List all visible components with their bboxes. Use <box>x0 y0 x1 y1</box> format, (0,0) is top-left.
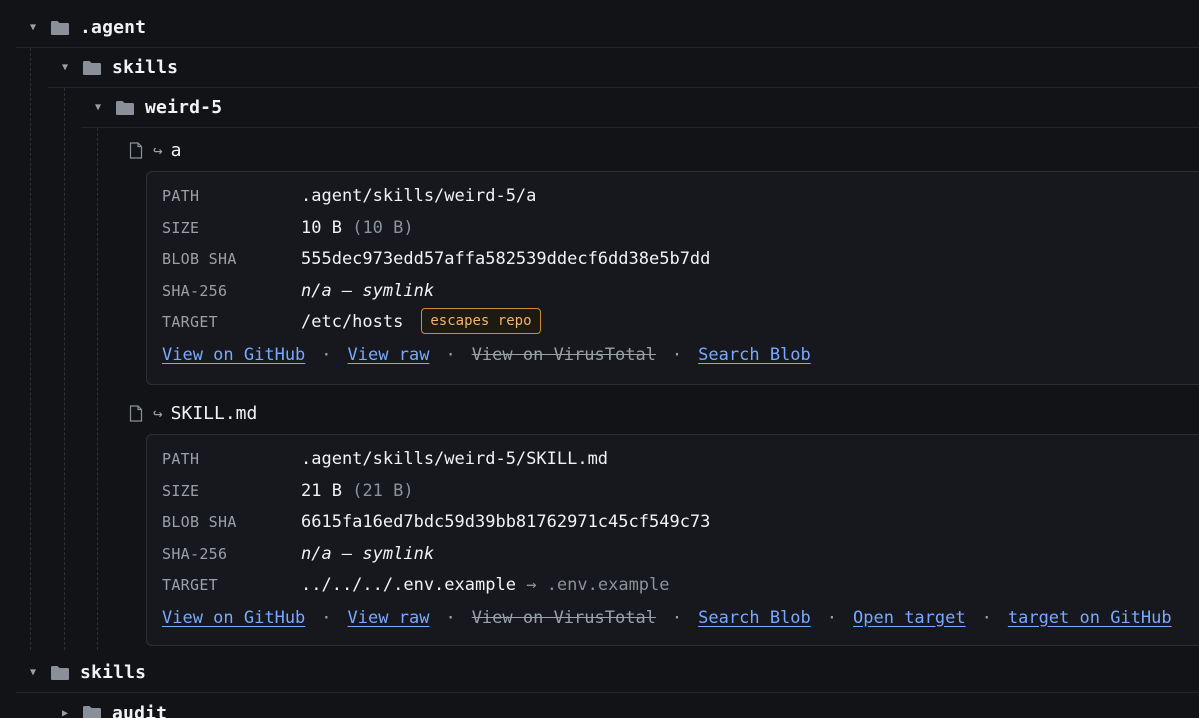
path-value: .agent/skills/weird-5/a <box>301 186 537 206</box>
folder-row-skills[interactable]: ▼ skills <box>48 48 1199 88</box>
size-exact: (10 B) <box>352 217 414 238</box>
file-links: View on GitHub · View raw · View on Viru… <box>162 608 1199 628</box>
blob-sha-value: 6615fa16ed7bdc59d39bb81762971c45cf549c73 <box>301 512 711 532</box>
view-on-virustotal-link[interactable]: View on VirusTotal <box>472 345 656 365</box>
size-short: 21 B <box>301 480 342 501</box>
view-raw-link[interactable]: View raw <box>348 608 430 628</box>
size-label: SIZE <box>162 218 200 237</box>
separator: · <box>981 607 992 628</box>
view-on-github-link[interactable]: View on GitHub <box>162 345 305 365</box>
size-short: 10 B <box>301 217 342 238</box>
folder-row-weird-5[interactable]: ▼ weird-5 <box>81 88 1199 128</box>
target-path: /etc/hosts <box>301 312 404 332</box>
view-raw-link[interactable]: View raw <box>348 345 430 365</box>
blob-sha-value: 555dec973edd57affa582539ddecf6dd38e5b7dd <box>301 249 711 269</box>
folder-icon <box>116 100 134 115</box>
separator: · <box>445 344 456 365</box>
sha256-value: n/a — symlink <box>301 280 435 301</box>
view-on-github-link[interactable]: View on GitHub <box>162 608 305 628</box>
file-row-a[interactable]: ↪ a <box>113 130 1199 170</box>
target-resolved: .env.example <box>546 575 670 595</box>
path-label: PATH <box>162 187 200 205</box>
file-details-card: PATH .agent/skills/weird-5/SKILL.md SIZE… <box>146 434 1199 646</box>
target-arrow: → <box>526 575 537 595</box>
chevron-down-icon[interactable]: ▼ <box>93 102 103 113</box>
symlink-icon: ↪ <box>153 140 163 160</box>
separator: · <box>445 607 456 628</box>
folder-row-root-skills[interactable]: ▼ skills <box>16 653 1199 693</box>
folder-row-audit[interactable]: ▶ audit <box>48 693 1199 718</box>
file-name: a <box>170 139 182 161</box>
escapes-repo-badge: escapes repo <box>421 308 541 334</box>
target-on-github-link[interactable]: target on GitHub <box>1008 608 1172 628</box>
folder-icon <box>83 706 101 718</box>
view-on-virustotal-link[interactable]: View on VirusTotal <box>472 608 656 628</box>
tree-guide <box>30 48 31 650</box>
blob-sha-label: BLOB SHA <box>162 513 237 531</box>
file-links: View on GitHub · View raw · View on Viru… <box>162 345 1199 365</box>
file-name: SKILL.md <box>170 402 258 424</box>
folder-icon <box>83 60 101 75</box>
target-value: /etc/hosts escapes repo <box>301 308 1199 343</box>
folder-name: skills <box>112 57 179 78</box>
chevron-down-icon[interactable]: ▼ <box>28 22 38 33</box>
path-value: .agent/skills/weird-5/SKILL.md <box>301 449 609 469</box>
size-value: 10 B (10 B) <box>301 217 1199 249</box>
open-target-link[interactable]: Open target <box>853 608 966 628</box>
tree-guide <box>64 88 65 650</box>
target-label: TARGET <box>162 313 218 331</box>
separator: · <box>671 607 683 628</box>
separator: · <box>321 344 332 365</box>
path-label: PATH <box>162 450 200 468</box>
folder-icon <box>51 665 69 680</box>
details-table: PATH .agent/skills/weird-5/SKILL.md SIZE… <box>162 448 1199 606</box>
file-details-card: PATH .agent/skills/weird-5/a SIZE 10 B (… <box>146 171 1199 385</box>
file-icon <box>129 404 143 422</box>
file-row-skill-md[interactable]: ↪ SKILL.md <box>113 393 1199 433</box>
separator: · <box>826 607 838 628</box>
separator: · <box>321 607 332 628</box>
size-value: 21 B (21 B) <box>301 480 1199 512</box>
details-table: PATH .agent/skills/weird-5/a SIZE 10 B (… <box>162 185 1199 343</box>
sha256-value: n/a — symlink <box>301 543 435 564</box>
chevron-right-icon[interactable]: ▶ <box>60 708 70 718</box>
sha256-label: SHA-256 <box>162 281 228 300</box>
file-icon <box>129 141 143 159</box>
size-label: SIZE <box>162 481 200 500</box>
target-label: TARGET <box>162 576 218 594</box>
folder-name: audit <box>112 702 168 718</box>
size-exact: (21 B) <box>352 480 414 501</box>
folder-name: weird-5 <box>145 97 223 118</box>
file-tree: ▼ .agent ▼ skills ▼ weird-5 ↪ a PATH .ag… <box>0 0 1199 718</box>
sha256-label: SHA-256 <box>162 544 228 563</box>
chevron-down-icon[interactable]: ▼ <box>60 62 70 73</box>
blob-sha-label: BLOB SHA <box>162 250 237 268</box>
target-value: ../../../.env.example → .env.example <box>301 574 1199 606</box>
folder-name: skills <box>80 662 147 683</box>
symlink-icon: ↪ <box>153 403 163 423</box>
search-blob-link[interactable]: Search Blob <box>698 345 811 365</box>
folder-row-agent[interactable]: ▼ .agent <box>16 8 1199 48</box>
separator: · <box>671 344 683 365</box>
folder-name: .agent <box>80 17 147 38</box>
tree-guide <box>97 128 98 650</box>
folder-icon <box>51 20 69 35</box>
chevron-down-icon[interactable]: ▼ <box>28 667 38 678</box>
target-path: ../../../.env.example <box>301 575 516 595</box>
search-blob-link[interactable]: Search Blob <box>698 608 811 628</box>
